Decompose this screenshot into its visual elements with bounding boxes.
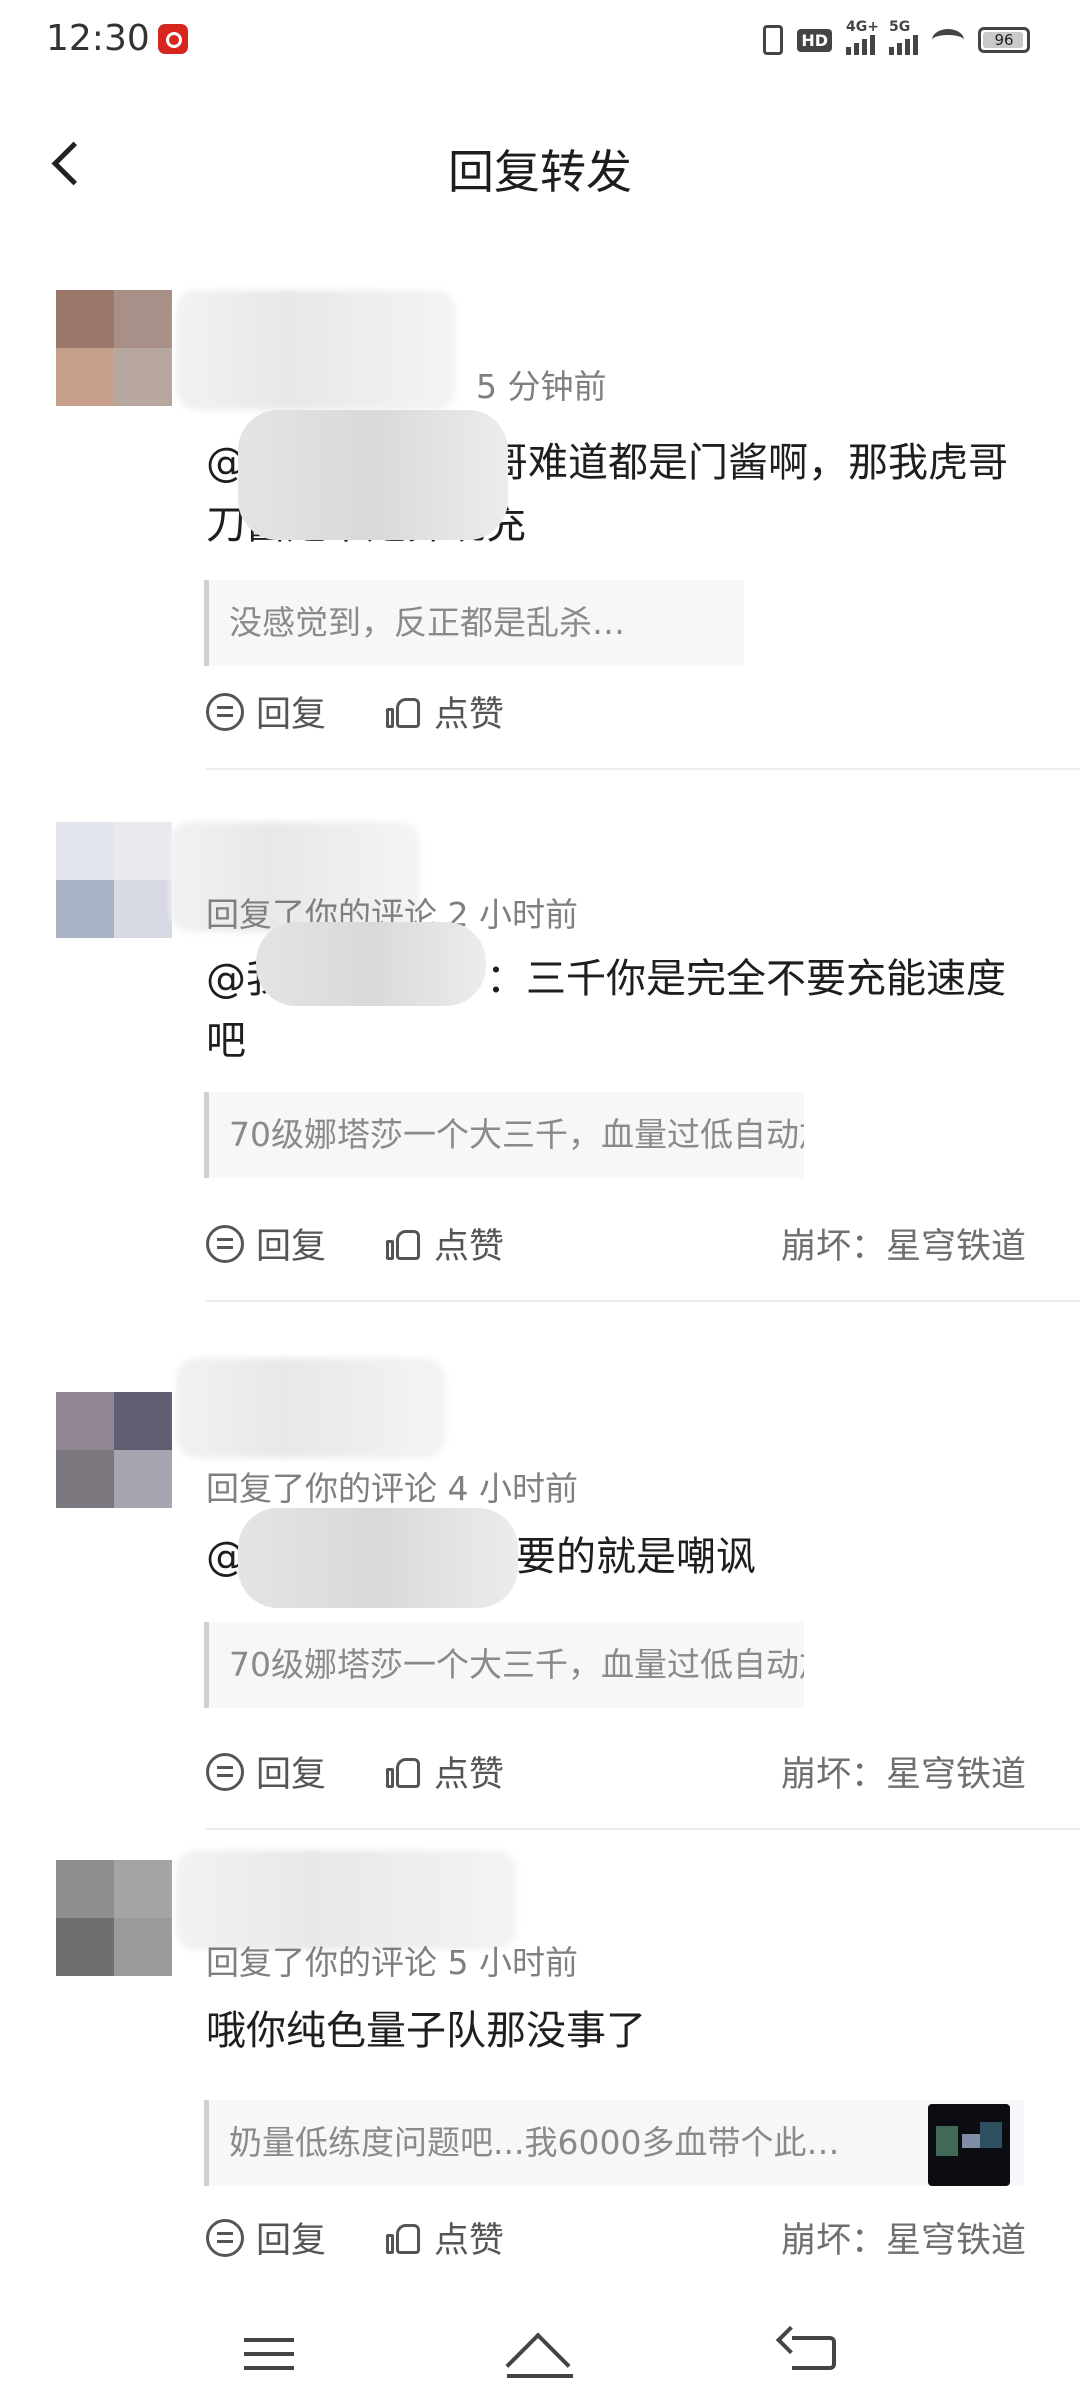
- status-time: 12:30: [46, 18, 150, 59]
- reply-meta: 5 分钟前: [476, 367, 607, 406]
- reply-button[interactable]: 回复: [206, 1746, 326, 1797]
- avatar[interactable]: [56, 822, 172, 938]
- source-game[interactable]: 崩坏：星穹铁道: [781, 1218, 1026, 1269]
- system-nav-bar: [0, 2300, 1080, 2408]
- list-item[interactable]: 回复了你的评论 4 小时前 @ 要的就是嘲讽 70级娜塔莎一个大三千，血量过低自动…: [0, 1358, 1080, 1848]
- comment-icon: [206, 692, 244, 731]
- reply-text: 哦你纯色量子队那没事了: [206, 2008, 646, 2054]
- username-blur[interactable]: [176, 1358, 446, 1458]
- thumbs-up-icon: [386, 1754, 422, 1790]
- list-item[interactable]: 回复了你的评论 5 小时前 哦你纯色量子队那没事了 奶量低练度问题吧...我60…: [0, 1850, 1080, 2300]
- mention-blur: [238, 1508, 518, 1608]
- list-item[interactable]: 回复了你的评论 2 小时前 @我 ：三千你是完全不要充能速度吧 70级娜塔莎一个大…: [0, 822, 1080, 1322]
- page-title: 回复转发: [448, 145, 632, 199]
- quoted-comment[interactable]: 没感觉到，反正都是乱杀…: [204, 580, 744, 666]
- mention-blur: [256, 922, 486, 1006]
- username-blur[interactable]: [176, 290, 456, 410]
- action-bar: 回复 点赞 崩坏：星穹铁道: [206, 1746, 1026, 1806]
- thumbs-up-icon: [386, 694, 422, 730]
- source-game[interactable]: 崩坏：星穹铁道: [781, 1746, 1026, 1797]
- reply-meta: 回复了你的评论 4 小时前: [206, 1469, 578, 1508]
- like-button[interactable]: 点赞: [386, 2212, 504, 2263]
- vibrate-icon: [763, 25, 784, 55]
- like-button[interactable]: 点赞: [386, 1746, 504, 1797]
- battery-icon: 96: [978, 27, 1030, 53]
- reply-meta: 回复了你的评论 5 小时前: [206, 1943, 578, 1982]
- quoted-image-thumbnail[interactable]: [928, 2104, 1010, 2186]
- reply-button[interactable]: 回复: [206, 686, 326, 737]
- battery-level: 96: [994, 31, 1014, 49]
- comment-icon: [206, 2218, 244, 2257]
- hd-icon: HD: [797, 28, 832, 52]
- divider: [206, 1300, 1080, 1302]
- wifi-icon: [932, 29, 964, 51]
- like-button[interactable]: 点赞: [386, 1218, 504, 1269]
- signal-5g-icon: 5G: [889, 19, 918, 55]
- thumbs-up-icon: [386, 1226, 422, 1262]
- status-icons: HD 4G+ 5G 96: [763, 19, 1030, 60]
- action-bar: 回复 点赞 崩坏：星穹铁道: [206, 1218, 1026, 1278]
- return-icon[interactable]: [774, 2326, 844, 2382]
- quoted-comment[interactable]: 70级娜塔莎一个大三千，血量过低自动加一个…: [204, 1092, 804, 1178]
- source-game[interactable]: 崩坏：星穹铁道: [781, 2212, 1026, 2263]
- divider: [206, 768, 1080, 770]
- home-icon[interactable]: [505, 2326, 575, 2382]
- reply-button[interactable]: 回复: [206, 2212, 326, 2263]
- comment-icon: [206, 1224, 244, 1263]
- quoted-comment[interactable]: 70级娜塔莎一个大三千，血量过低自动加一个…: [204, 1622, 804, 1708]
- header: 回复转发: [0, 110, 1080, 220]
- mention-blur: [238, 410, 508, 540]
- signal-4g-icon: 4G+: [846, 19, 879, 55]
- avatar[interactable]: [56, 1392, 172, 1508]
- reply-button[interactable]: 回复: [206, 1218, 326, 1269]
- menu-icon[interactable]: [236, 2326, 306, 2382]
- netease-music-icon: [158, 24, 188, 54]
- comment-icon: [206, 1752, 244, 1791]
- list-item[interactable]: 5 分钟前 @哥难道都是门酱啊，那我虎哥刀酱是不是算现充 没感觉到，反正都是乱杀…: [0, 290, 1080, 790]
- status-bar: 12:30 HD 4G+ 5G 96: [0, 0, 1080, 84]
- quoted-comment[interactable]: 奶量低练度问题吧...我6000多血带个此…: [204, 2100, 1024, 2186]
- action-bar: 回复 点赞: [206, 686, 1026, 746]
- like-button[interactable]: 点赞: [386, 686, 504, 737]
- username-blur[interactable]: [176, 1850, 516, 1950]
- divider: [206, 1828, 1080, 1830]
- thumbs-up-icon: [386, 2220, 422, 2256]
- avatar[interactable]: [56, 290, 172, 406]
- avatar[interactable]: [56, 1860, 172, 1976]
- action-bar: 回复 点赞 崩坏：星穹铁道: [206, 2212, 1026, 2272]
